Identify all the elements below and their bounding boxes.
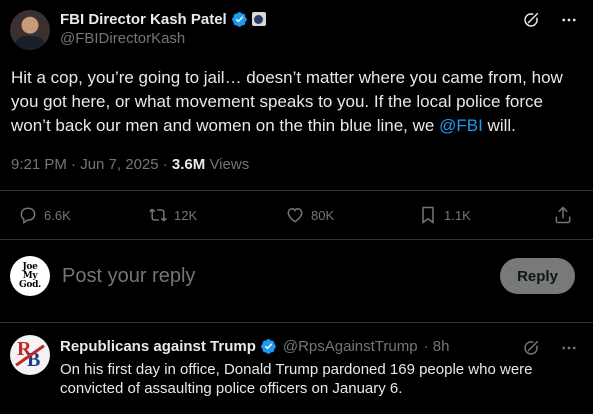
author-avatar[interactable] [10, 10, 50, 50]
reply-count: 6.6K [44, 207, 71, 223]
grok-icon[interactable] [521, 10, 541, 30]
bookmark-count: 1.1K [444, 207, 471, 223]
verified-icon [231, 11, 247, 27]
share-action[interactable] [553, 205, 573, 225]
reply-author-handle[interactable]: @RpsAgainstTrump [283, 338, 418, 355]
reply-icon [20, 207, 36, 224]
reply-tweet[interactable]: R B Republicans against Trump @RpsAgains… [0, 323, 593, 414]
tweet-timestamp[interactable]: 9:21 PM · Jun 7, 2025 · [11, 156, 172, 173]
reply-author-display-name[interactable]: Republicans against Trump [60, 338, 256, 355]
more-icon[interactable] [559, 338, 579, 358]
more-icon[interactable] [559, 10, 579, 30]
government-badge-icon [251, 12, 266, 26]
verified-icon [260, 339, 276, 354]
bookmark-icon [422, 206, 434, 224]
repost-count: 12K [174, 207, 198, 223]
like-icon [287, 207, 303, 223]
bookmark-action[interactable]: 1.1K [418, 205, 471, 225]
tweet-meta: 9:21 PM · Jun 7, 2025 · 3.6M Views [11, 156, 249, 173]
avatar-logo: Joe My God. [19, 262, 41, 290]
avatar-logo-line-3: God. [19, 279, 41, 290]
tweet-text: Hit a cop, you’re going to jail… doesn’t… [11, 66, 586, 138]
reply-input[interactable]: Post your reply [62, 265, 195, 288]
reply-button[interactable]: Reply [500, 258, 575, 294]
reply-author-avatar[interactable]: R B [10, 335, 50, 375]
reply-top-actions [521, 338, 579, 358]
tweet-top-actions [521, 10, 579, 30]
reply-text: On his first day in office, Donald Trump… [60, 361, 533, 397]
tweet-actions: 6.6K 12K 80K 1.1K [0, 191, 593, 239]
like-action[interactable]: 80K [285, 205, 334, 225]
reply-author-line: Republicans against Trump @RpsAgainstTru… [60, 338, 449, 355]
share-icon [555, 206, 571, 224]
repost-action[interactable]: 12K [148, 205, 197, 225]
author-display-name[interactable]: FBI Director Kash Patel [60, 11, 227, 28]
mention-link[interactable]: @FBI [439, 116, 483, 135]
grok-icon[interactable] [521, 338, 541, 358]
reply-composer: Joe My God. Post your reply Reply [0, 240, 593, 312]
reply-action[interactable]: 6.6K [18, 205, 71, 225]
author-handle[interactable]: @FBIDirectorKash [60, 30, 185, 47]
current-user-avatar[interactable]: Joe My God. [10, 256, 50, 296]
like-count: 80K [311, 207, 335, 223]
author-name-line: FBI Director Kash Patel [60, 10, 266, 28]
tweet-text-after: will. [482, 116, 516, 135]
reply-time[interactable]: · 8h [424, 338, 450, 355]
repost-icon [149, 208, 167, 222]
views-count: 3.6M [171, 156, 206, 173]
views-label: Views [205, 156, 250, 173]
main-tweet: FBI Director Kash Patel @FBIDirectorKash… [0, 0, 593, 190]
